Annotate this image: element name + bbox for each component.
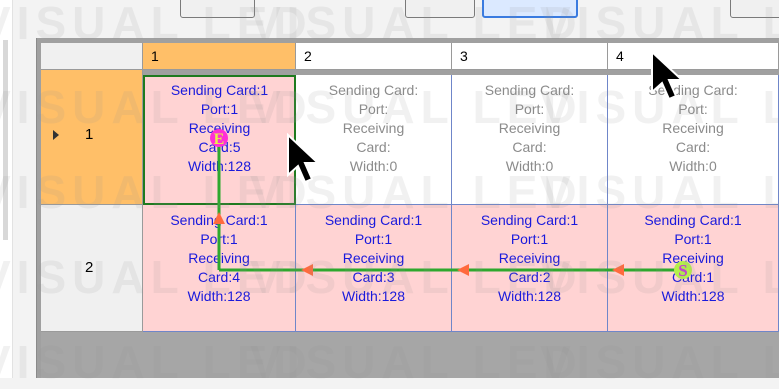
- cell-receiving: Receiving: [188, 250, 250, 266]
- grid-corner-header: [41, 43, 143, 70]
- grid-cell-r1-c1[interactable]: Sending Card:1 Port:1 Receiving Card:5 W…: [143, 75, 296, 205]
- cell-port: Port:: [358, 101, 389, 117]
- cell-port: Port:1: [674, 231, 712, 247]
- row-header-1[interactable]: 1: [41, 70, 143, 205]
- cell-width: Width:128: [497, 288, 562, 304]
- mouse-pointer-icon: [651, 50, 684, 101]
- cell-sending-card: Sending Card:1: [644, 212, 742, 228]
- cell-sending-card: Sending Card:: [328, 82, 419, 98]
- cell-receiving: Receiving: [662, 120, 724, 136]
- cell-width: Width:128: [187, 158, 252, 174]
- row-header-label: 1: [85, 126, 94, 143]
- cell-receiving: Receiving: [498, 250, 561, 266]
- grid-cell-r1-c3[interactable]: Sending Card: Port: Receiving Card: Widt…: [452, 75, 608, 205]
- column-header-4[interactable]: 4: [608, 43, 779, 70]
- grid-cell-r2-c1[interactable]: Sending Card:1 Port:1 Receiving Card:4 W…: [143, 205, 296, 332]
- cell-receiving: Receiving: [342, 250, 405, 266]
- cell-card: Card:2: [508, 269, 551, 285]
- cell-sending-card: Sending Card:1: [480, 212, 579, 228]
- cell-receiving: Receiving: [188, 120, 251, 136]
- column-header-3[interactable]: 3: [452, 43, 608, 70]
- row-header-2[interactable]: 2: [41, 205, 143, 332]
- toolbar-button-4[interactable]: [730, 0, 779, 18]
- cell-sending-card: Sending Card:1: [324, 212, 423, 228]
- column-header-2[interactable]: 2: [296, 43, 452, 70]
- cell-card: Card:4: [197, 269, 241, 285]
- cell-port: Port:: [678, 101, 708, 117]
- row-header-label: 2: [85, 259, 94, 276]
- cell-port: Port:1: [510, 231, 549, 247]
- cell-card: Card:5: [198, 139, 241, 155]
- cell-card: Card:1: [671, 269, 715, 285]
- grid-empty-area: [41, 332, 779, 378]
- cell-port: Port:1: [200, 101, 239, 117]
- cell-width: Width:128: [187, 288, 251, 304]
- cell-receiving: Receiving: [498, 120, 561, 136]
- cell-width: Width:0: [505, 158, 554, 174]
- cell-port: Port:1: [354, 231, 393, 247]
- cell-card: Card:: [512, 139, 547, 155]
- cell-card: Card:3: [352, 269, 395, 285]
- toolbar-button-2[interactable]: [405, 0, 475, 18]
- grid-cell-r2-c3[interactable]: Sending Card:1 Port:1 Receiving Card:2 W…: [452, 205, 608, 332]
- cell-width: Width:128: [341, 288, 406, 304]
- cell-sending-card: Sending Card:1: [170, 212, 268, 228]
- cell-sending-card: Sending Card:: [484, 82, 575, 98]
- left-scrollbar[interactable]: [3, 40, 8, 240]
- toolbar-button-active[interactable]: [482, 0, 578, 18]
- toolbar-button-1[interactable]: [180, 0, 255, 18]
- grid-cell-r2-c4[interactable]: Sending Card:1 Port:1 Receiving Card:1 W…: [608, 205, 779, 332]
- mouse-pointer-icon: [287, 133, 320, 184]
- cell-sending-card: Sending Card:: [648, 82, 738, 98]
- grid-cell-r2-c2[interactable]: Sending Card:1 Port:1 Receiving Card:3 W…: [296, 205, 452, 332]
- cell-port: Port:: [514, 101, 545, 117]
- grid-cell-r1-c4[interactable]: Sending Card: Port: Receiving Card: Widt…: [608, 75, 779, 205]
- cell-receiving: Receiving: [662, 250, 724, 266]
- cell-card: Card:: [675, 139, 711, 155]
- cell-port: Port:1: [200, 231, 238, 247]
- column-header-1[interactable]: 1: [143, 43, 296, 70]
- cell-width: Width:128: [661, 288, 725, 304]
- cell-width: Width:0: [669, 158, 717, 174]
- current-row-indicator-icon: [53, 130, 59, 140]
- left-panel-edge: [0, 0, 13, 378]
- cell-sending-card: Sending Card:1: [170, 82, 269, 98]
